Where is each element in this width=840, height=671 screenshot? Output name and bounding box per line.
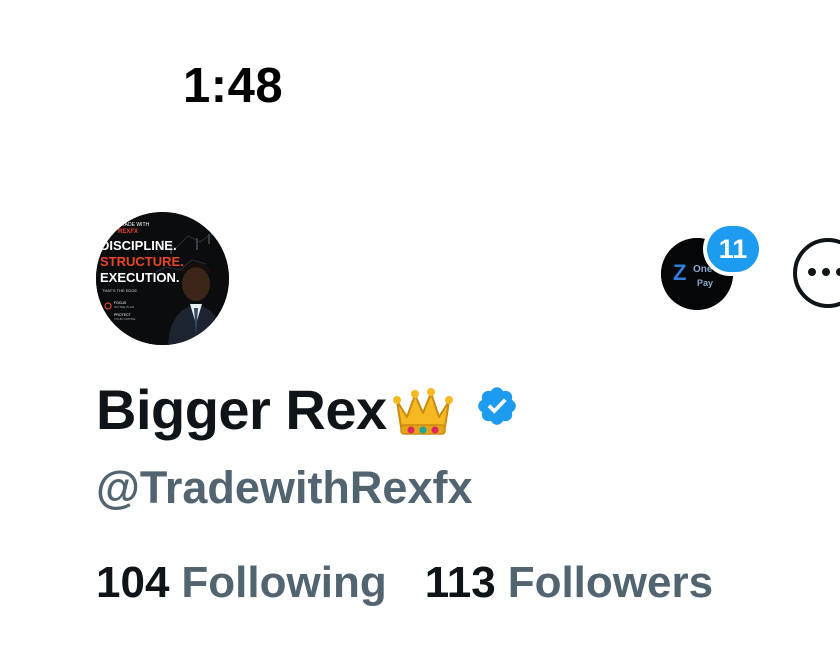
avatar-text-plan: ON THE PLAN <box>114 305 134 309</box>
ellipsis-icon <box>808 268 840 276</box>
verified-badge-icon[interactable] <box>475 384 519 428</box>
display-name-row: Bigger Rex <box>96 374 519 444</box>
avatar-text-execution: EXECUTION. <box>100 270 179 285</box>
user-handle: @TradewithRexfx <box>96 462 473 513</box>
avatar-text-trade: TRADE WITH <box>118 222 149 228</box>
status-bar-time: 1:48 <box>183 59 284 113</box>
svg-text:Pay: Pay <box>697 278 713 288</box>
notification-badge: 11 <box>703 222 763 276</box>
avatar-image: TRADE WITH REXFX DISCIPLINE. STRUCTURE. … <box>96 212 229 345</box>
avatar-text-structure: STRUCTURE. <box>100 254 184 269</box>
crown-icon <box>391 383 455 439</box>
display-name: Bigger Rex <box>96 377 387 441</box>
avatar-text-capital: YOUR CAPITAL <box>114 317 136 321</box>
following-link[interactable]: 104 Following <box>96 558 387 608</box>
profile-avatar[interactable]: TRADE WITH REXFX DISCIPLINE. STRUCTURE. … <box>96 212 229 345</box>
svg-text:Z: Z <box>673 260 686 285</box>
followers-label: Followers <box>507 558 714 607</box>
followers-count: 113 <box>424 558 496 607</box>
following-label: Following <box>181 558 387 607</box>
avatar-text-rexfx: REXFX <box>118 229 138 235</box>
follow-stats: 104 Following 113 Followers <box>96 558 713 608</box>
avatar-text-edge: THAT'S THE EDGE. <box>102 288 138 293</box>
following-count: 104 <box>96 558 170 607</box>
badge-count: 11 <box>707 226 759 272</box>
avatar-text-discipline: DISCIPLINE. <box>100 238 177 253</box>
more-options-button[interactable] <box>793 238 840 308</box>
followers-link[interactable]: 113 Followers <box>425 558 713 608</box>
